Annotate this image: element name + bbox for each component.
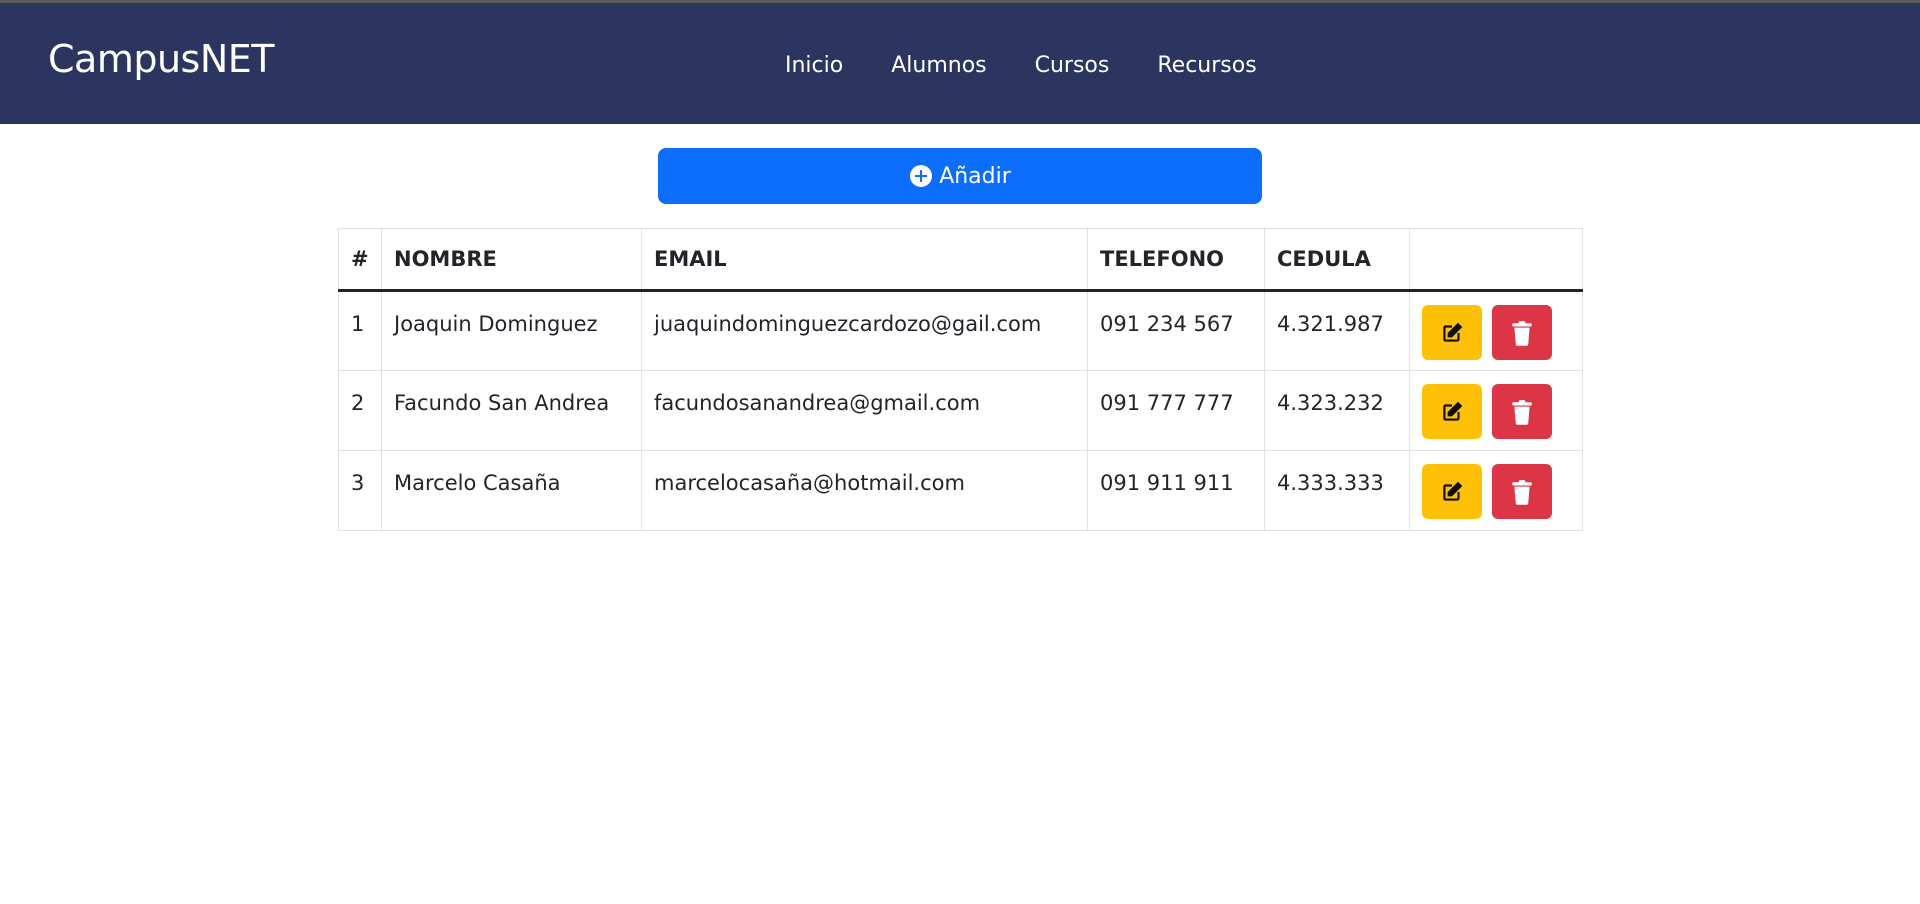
cell-number: 1 <box>338 290 382 371</box>
edit-icon <box>1443 481 1463 501</box>
table-row: 1 Joaquin Dominguez juaquindominguezcard… <box>338 290 1583 371</box>
trash-icon <box>1511 320 1532 346</box>
header-actions <box>1409 228 1583 292</box>
delete-button[interactable] <box>1491 464 1552 519</box>
nav-link-cursos[interactable]: Cursos <box>1035 53 1110 78</box>
cell-actions <box>1409 370 1583 451</box>
edit-icon <box>1443 401 1463 421</box>
nav-links: Inicio Alumnos Cursos Recursos <box>785 53 1257 78</box>
cell-number: 3 <box>338 450 382 531</box>
plus-circle-icon <box>909 164 933 188</box>
cell-actions <box>1409 290 1583 371</box>
cell-number: 2 <box>338 370 382 451</box>
cell-telefono: 091 234 567 <box>1087 290 1265 371</box>
cell-nombre: Marcelo Casaña <box>381 450 642 531</box>
cell-cedula: 4.333.333 <box>1264 450 1410 531</box>
header-email: EMAIL <box>641 228 1088 292</box>
cell-cedula: 4.323.232 <box>1264 370 1410 451</box>
nav-link-inicio[interactable]: Inicio <box>785 53 843 78</box>
cell-nombre: Joaquin Dominguez <box>381 290 642 371</box>
cell-cedula: 4.321.987 <box>1264 290 1410 371</box>
cell-telefono: 091 911 911 <box>1087 450 1265 531</box>
edit-button[interactable] <box>1422 464 1482 519</box>
navbar: CampusNET Inicio Alumnos Cursos Recursos <box>0 3 1920 124</box>
trash-icon <box>1511 479 1532 505</box>
table-row: 3 Marcelo Casaña marcelocasaña@hotmail.c… <box>338 450 1583 531</box>
add-button[interactable]: Añadir <box>658 148 1262 204</box>
cell-email: juaquindominguezcardozo@gail.com <box>641 290 1088 371</box>
edit-icon <box>1443 322 1463 342</box>
header-nombre: NOMBRE <box>381 228 642 292</box>
nav-link-recursos[interactable]: Recursos <box>1157 53 1256 78</box>
cell-email: facundosanandrea@gmail.com <box>641 370 1088 451</box>
cell-email: marcelocasaña@hotmail.com <box>641 450 1088 531</box>
cell-actions <box>1409 450 1583 531</box>
add-button-label: Añadir <box>939 163 1011 189</box>
delete-button[interactable] <box>1491 384 1552 439</box>
header-telefono: TELEFONO <box>1087 228 1265 292</box>
cell-telefono: 091 777 777 <box>1087 370 1265 451</box>
students-table: # NOMBRE EMAIL TELEFONO CEDULA 1 Joaquin… <box>338 228 1583 531</box>
cell-nombre: Facundo San Andrea <box>381 370 642 451</box>
edit-button[interactable] <box>1422 305 1482 360</box>
students-table-container: # NOMBRE EMAIL TELEFONO CEDULA 1 Joaquin… <box>338 228 1583 531</box>
nav-link-alumnos[interactable]: Alumnos <box>891 53 986 78</box>
edit-button[interactable] <box>1422 384 1482 439</box>
delete-button[interactable] <box>1491 305 1552 360</box>
brand-logo[interactable]: CampusNET <box>48 37 275 81</box>
header-number: # <box>338 228 382 292</box>
table-header-row: # NOMBRE EMAIL TELEFONO CEDULA <box>338 228 1583 292</box>
table-row: 2 Facundo San Andrea facundosanandrea@gm… <box>338 370 1583 451</box>
header-cedula: CEDULA <box>1264 228 1410 292</box>
trash-icon <box>1511 399 1532 425</box>
